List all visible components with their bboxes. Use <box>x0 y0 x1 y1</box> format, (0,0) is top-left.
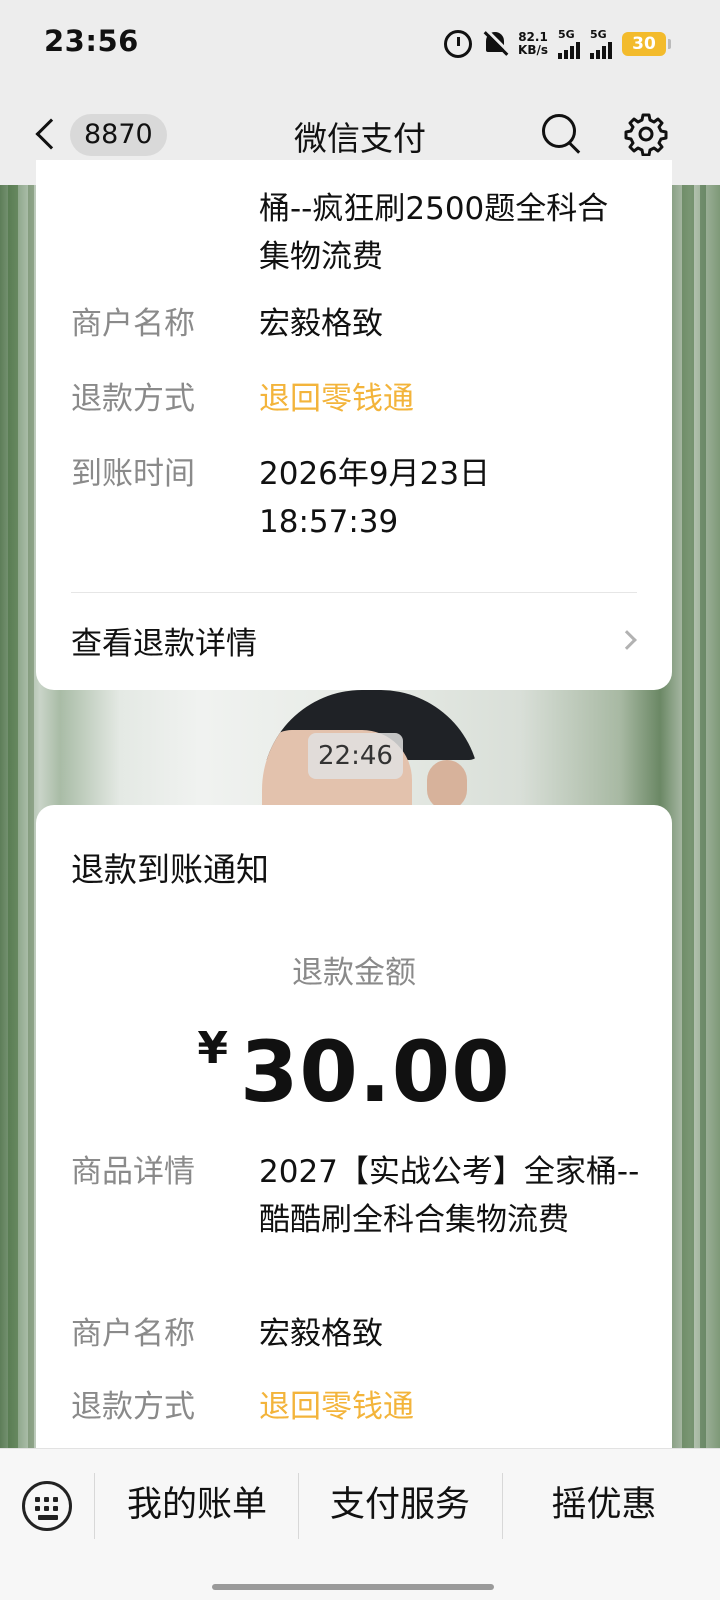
amount-value: 30.00 <box>239 1023 511 1121</box>
home-indicator[interactable] <box>212 1584 494 1590</box>
chevron-right-icon <box>617 630 637 650</box>
gear-icon[interactable] <box>624 112 668 156</box>
signal-icon: 5G <box>590 29 612 59</box>
arrival-time-value: 2026年9月23日 18:57:39 <box>259 456 491 540</box>
merchant-label: 商户名称 <box>71 1316 195 1352</box>
goods-detail-continuation: 桶--疯狂刷2500题全科合集物流费 <box>259 191 609 275</box>
arrival-time-row: 到账时间 2026年9月23日 18:57:39 <box>71 450 642 546</box>
goods-detail-value: 2027【实战公考】全家桶--酷酷刷全科合集物流费 <box>259 1154 640 1238</box>
merchant-row: 商户名称 宏毅格致 <box>71 300 642 348</box>
message-timestamp: 22:46 <box>308 733 403 779</box>
refund-method-label: 退款方式 <box>71 381 195 417</box>
refund-card-previous: 桶--疯狂刷2500题全科合集物流费 商户名称 宏毅格致 退款方式 退回零钱通 … <box>36 160 672 690</box>
network-speed: 82.1 KB/s <box>518 31 548 57</box>
refund-amount: ¥30.00 <box>36 1023 672 1121</box>
status-bar: 23:56 82.1 KB/s 5G 5G 30 <box>0 0 720 88</box>
divider <box>71 592 637 593</box>
refund-method-label: 退款方式 <box>71 1389 195 1425</box>
network-speed-unit: KB/s <box>518 43 548 57</box>
divider <box>298 1473 299 1539</box>
battery-icon: 30 <box>622 32 671 56</box>
refund-method-row: 退款方式 退回零钱通 <box>71 375 642 423</box>
signal-icon: 5G <box>558 29 580 59</box>
divider <box>502 1473 503 1539</box>
back-arrow-icon[interactable] <box>35 118 67 150</box>
alarm-icon <box>444 30 473 58</box>
refund-amount-label: 退款金额 <box>292 955 416 991</box>
menu-my-bills[interactable]: 我的账单 <box>98 1475 296 1535</box>
notification-title: 退款到账通知 <box>71 850 269 889</box>
unread-count-badge[interactable]: 8870 <box>70 114 167 156</box>
search-icon[interactable] <box>540 112 580 156</box>
sim1-label: 5G <box>558 28 575 41</box>
refund-method-value: 退回零钱通 <box>259 1389 414 1425</box>
status-icons: 82.1 KB/s 5G 5G 30 <box>444 24 671 64</box>
view-refund-detail-label: 查看退款详情 <box>71 625 257 662</box>
divider <box>94 1473 95 1539</box>
view-refund-detail-link[interactable]: 查看退款详情 <box>71 610 642 670</box>
refund-method-row: 退款方式 退回零钱通 <box>71 1383 642 1431</box>
goods-detail-label: 商品详情 <box>71 1154 195 1190</box>
menu-shake-offers[interactable]: 摇优惠 <box>504 1475 704 1535</box>
merchant-value: 宏毅格致 <box>259 1316 383 1352</box>
mute-bell-icon <box>482 30 508 58</box>
refund-method-value: 退回零钱通 <box>259 381 414 417</box>
refund-notification-card[interactable]: 退款到账通知 退款金额 ¥30.00 商品详情 2027【实战公考】全家桶--酷… <box>36 805 672 1505</box>
currency-symbol: ¥ <box>197 1023 228 1074</box>
status-time: 23:56 <box>44 24 139 58</box>
arrival-time-label: 到账时间 <box>71 456 195 492</box>
menu-payment-services[interactable]: 支付服务 <box>300 1475 500 1535</box>
merchant-label: 商户名称 <box>71 306 195 342</box>
merchant-row: 商户名称 宏毅格致 <box>71 1310 642 1358</box>
keyboard-icon[interactable] <box>22 1481 72 1531</box>
sim2-label: 5G <box>590 28 607 41</box>
bottom-menu-bar: 我的账单 支付服务 摇优惠 <box>0 1448 720 1600</box>
merchant-value: 宏毅格致 <box>259 306 383 342</box>
goods-detail-row: 商品详情 2027【实战公考】全家桶--酷酷刷全科合集物流费 <box>71 1148 642 1244</box>
